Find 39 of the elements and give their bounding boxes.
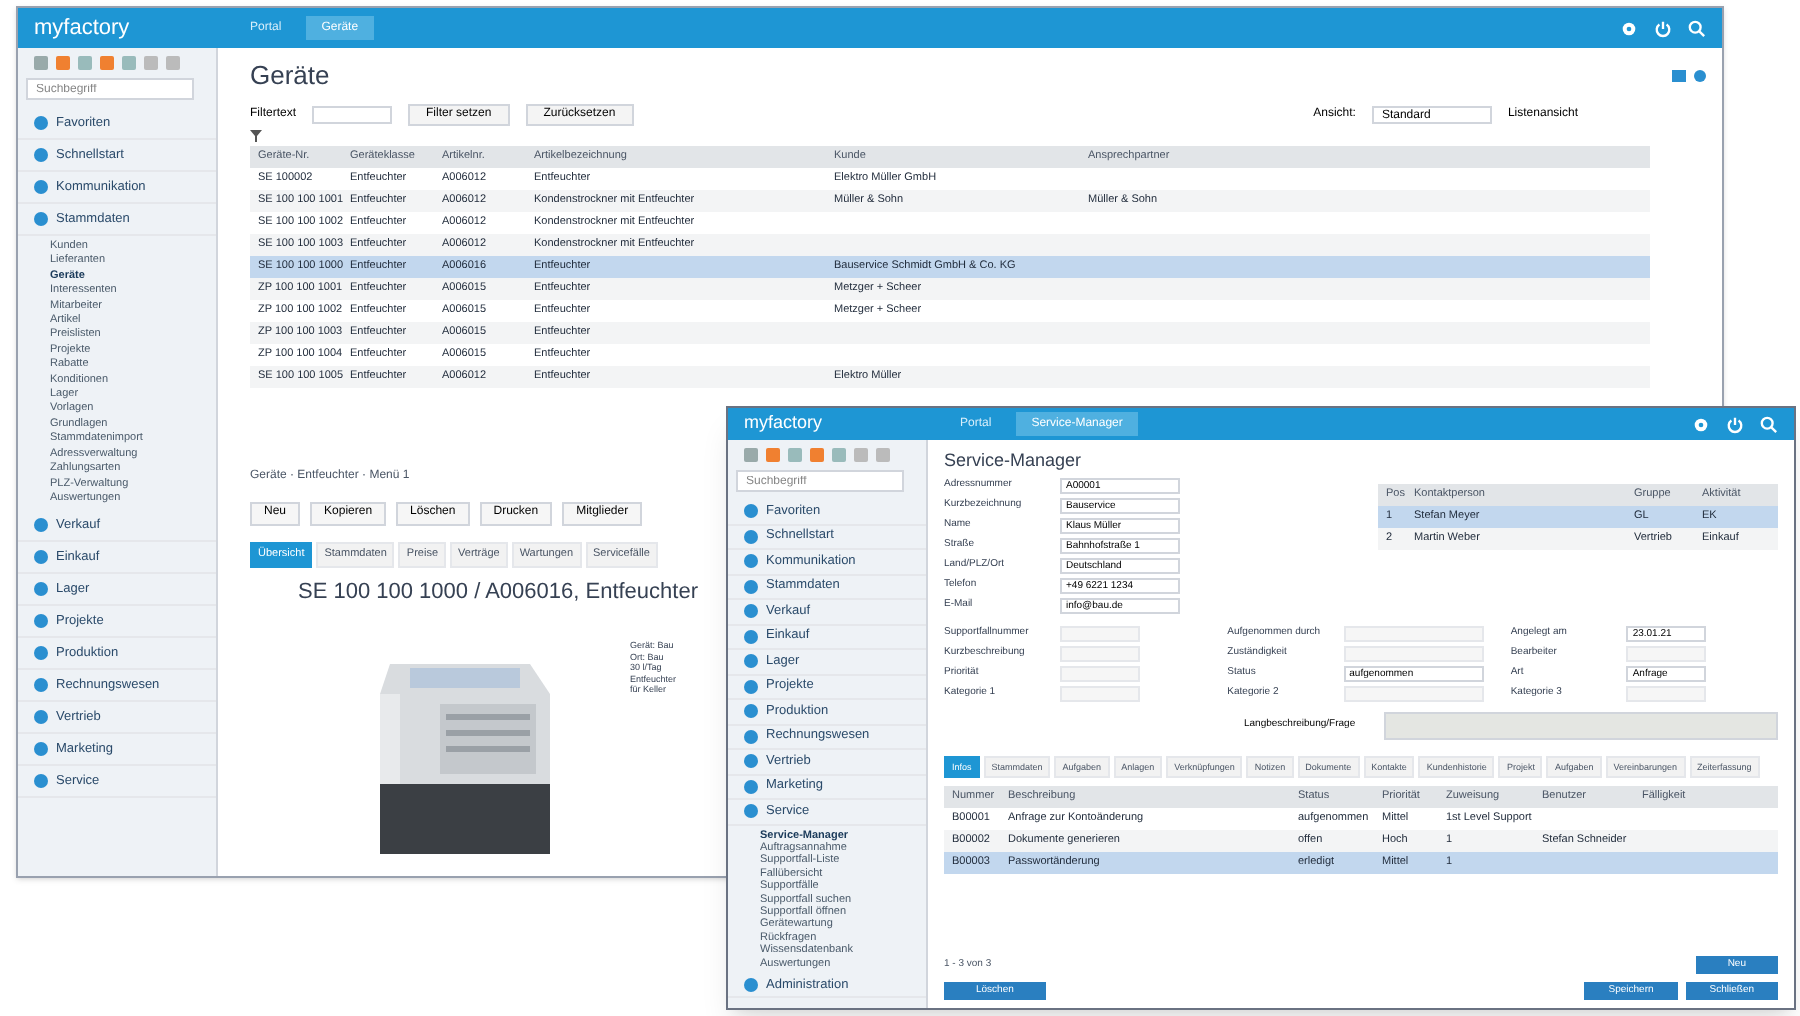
page-title: Service-Manager — [944, 448, 1084, 474]
power-icon[interactable] — [1654, 19, 1672, 37]
input-field[interactable] — [1060, 645, 1140, 661]
input-field[interactable] — [1060, 625, 1140, 641]
section-icon — [34, 582, 48, 597]
section-icon — [34, 646, 48, 661]
text-area[interactable] — [1384, 711, 1778, 739]
section-icon — [34, 742, 48, 757]
settings-icon[interactable] — [1620, 19, 1638, 37]
section-icon — [34, 614, 48, 629]
input-field[interactable] — [1343, 645, 1484, 661]
section-icon — [34, 518, 48, 533]
window-icon[interactable] — [1672, 69, 1686, 82]
help-icon[interactable] — [1694, 69, 1706, 82]
search-icon[interactable] — [1760, 415, 1778, 433]
input-field[interactable] — [1060, 665, 1140, 681]
input-field[interactable] — [1626, 685, 1707, 701]
logo: myfactory — [742, 410, 825, 437]
section-icon — [34, 774, 48, 789]
section-icon — [34, 212, 48, 226]
section-icon — [34, 678, 48, 693]
filter-icon[interactable] — [250, 129, 262, 141]
power-icon[interactable] — [1726, 415, 1744, 433]
section-icon — [34, 180, 48, 194]
input-field[interactable] — [1626, 645, 1707, 661]
device-title: SE 100 100 1000 / A006016, Entfeuchter — [298, 577, 698, 607]
section-icon — [34, 710, 48, 725]
section-icon — [744, 978, 758, 993]
input-field[interactable] — [1060, 685, 1140, 701]
input-field[interactable] — [1343, 625, 1484, 641]
input-field[interactable] — [1343, 685, 1484, 701]
search-icon[interactable] — [1688, 19, 1706, 37]
filter-field[interactable] — [312, 105, 393, 123]
section-icon — [34, 116, 48, 130]
section-icon — [34, 550, 48, 565]
logo: myfactory — [32, 13, 132, 44]
page-title: Geräte — [250, 58, 330, 94]
settings-icon[interactable] — [1692, 415, 1710, 433]
section-icon — [34, 148, 48, 162]
